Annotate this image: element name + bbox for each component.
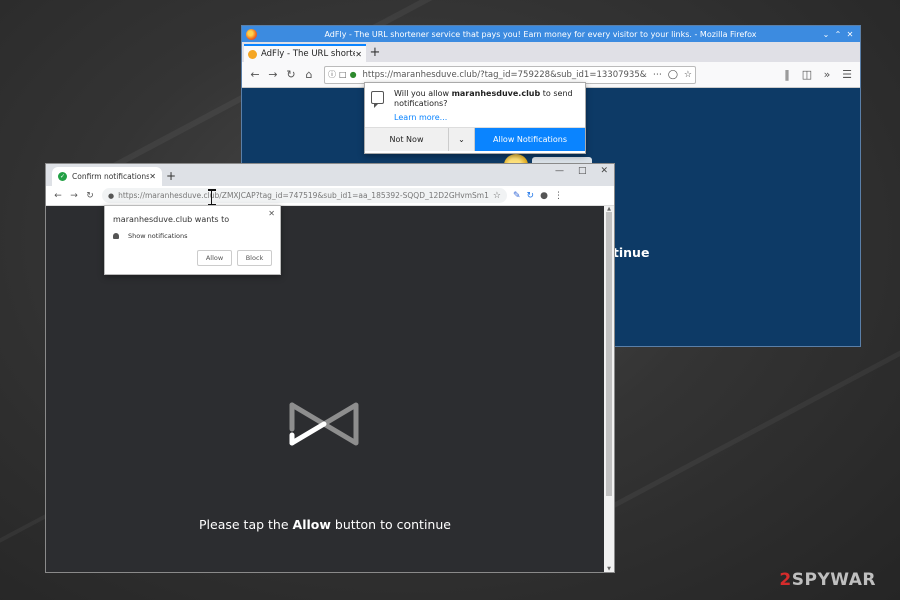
bookmark-star-icon[interactable]: ☆	[493, 191, 501, 201]
info-icon[interactable]: ⓘ	[328, 69, 336, 80]
reload-icon[interactable]: ↻	[82, 191, 98, 201]
forward-arrow-icon[interactable]: →	[66, 191, 82, 201]
firefox-popup-message: Will you allow maranhesduve.club to send…	[394, 89, 573, 108]
firefox-notification-popup: Will you allow maranhesduve.club to send…	[364, 82, 586, 154]
bookmark-star-icon[interactable]: ☆	[684, 70, 692, 80]
firefox-tab-strip: AdFly - The URL shortener ✕ +	[242, 42, 860, 62]
firefox-logo-icon	[246, 28, 257, 40]
kebab-menu-icon[interactable]: ⋮	[554, 191, 563, 201]
extension-sync-icon[interactable]: ↻	[527, 191, 535, 201]
forward-arrow-icon[interactable]: →	[264, 68, 282, 81]
scrollbar[interactable]: ▲ ▼	[604, 206, 614, 572]
allow-button[interactable]: Allow	[197, 250, 232, 266]
chevron-up-icon[interactable]: ⌃	[832, 30, 844, 39]
close-tab-icon[interactable]: ✕	[149, 172, 156, 181]
chrome-toolbar-right: ✎ ↻ ● ⋮	[513, 191, 563, 201]
chrome-permission-popup: ✕ maranhesduve.club wants to Show notifi…	[104, 205, 281, 275]
background-streak	[583, 321, 900, 524]
extension-edit-icon[interactable]: ✎	[513, 191, 521, 201]
window-controls: — □ ✕	[555, 166, 608, 176]
lock-icon[interactable]: ●	[108, 192, 114, 200]
scroll-down-arrow-icon[interactable]: ▼	[604, 566, 614, 572]
new-tab-button[interactable]: +	[162, 167, 180, 186]
firefox-tab-title: AdFly - The URL shortener	[261, 49, 355, 59]
bell-icon	[113, 233, 119, 239]
chrome-tab-title: Confirm notifications	[72, 172, 150, 181]
chrome-window: ✓ Confirm notifications ✕ + — □ ✕ ← → ↻ …	[45, 163, 615, 573]
chrome-popup-site-line: maranhesduve.club wants to	[113, 215, 230, 224]
maximize-icon[interactable]: □	[578, 166, 587, 176]
firefox-title-bar: AdFly - The URL shortener service that p…	[242, 26, 860, 42]
chrome-url-text[interactable]: https://maranhesduve.club/ZMXJCAP?tag_id…	[118, 191, 489, 200]
permission-label: Show notifications	[128, 232, 188, 240]
firefox-window-title: AdFly - The URL shortener service that p…	[324, 29, 757, 39]
firefox-url-text[interactable]: https://maranhesduve.club/?tag_id=759228…	[363, 70, 647, 80]
back-arrow-icon[interactable]: ←	[50, 191, 66, 201]
check-favicon-icon: ✓	[58, 172, 67, 181]
chat-bubble-icon	[371, 91, 385, 108]
watermark-logo: 2SPYWAR	[779, 570, 876, 590]
back-arrow-icon[interactable]: ←	[246, 68, 264, 81]
bowtie-logo-icon	[289, 402, 359, 446]
permission-row: Show notifications	[113, 232, 188, 240]
allow-emphasis: Allow	[292, 517, 331, 532]
close-window-icon[interactable]: ✕	[600, 166, 608, 176]
chrome-url-bar[interactable]: ● https://maranhesduve.club/ZMXJCAP?tag_…	[102, 188, 507, 203]
home-icon[interactable]: ⌂	[300, 68, 318, 81]
text-cursor-icon	[208, 189, 216, 205]
notification-chat-icon[interactable]: □	[339, 70, 347, 79]
sidebar-icon[interactable]: ◫	[798, 68, 816, 81]
tab-favicon-icon	[248, 49, 257, 59]
close-window-icon[interactable]: ✕	[844, 30, 856, 39]
chevron-down-icon[interactable]: ⌄	[820, 30, 832, 39]
learn-more-link[interactable]: Learn more...	[394, 113, 579, 122]
scrollbar-thumb[interactable]	[606, 212, 612, 496]
chrome-tab-strip: ✓ Confirm notifications ✕ + — □ ✕	[46, 164, 614, 186]
library-icon[interactable]: ‖	[778, 68, 796, 81]
account-icon[interactable]: ●	[540, 191, 548, 201]
chrome-page-message: Please tap the Allow button to continue	[199, 517, 451, 532]
firefox-toolbar-right: ‖ ◫ » ☰	[778, 68, 856, 81]
firefox-url-bar[interactable]: ⓘ □ ● https://maranhesduve.club/?tag_id=…	[324, 65, 696, 84]
overflow-chevrons-icon[interactable]: »	[818, 68, 836, 81]
new-tab-button[interactable]: +	[366, 44, 384, 62]
not-now-button[interactable]: Not Now	[365, 128, 449, 151]
minimize-icon[interactable]: —	[555, 166, 564, 176]
pocket-icon[interactable]: ◯	[668, 70, 678, 80]
close-tab-icon[interactable]: ✕	[355, 50, 362, 59]
block-button[interactable]: Block	[237, 250, 272, 266]
allow-notifications-button[interactable]: Allow Notifications	[475, 128, 585, 151]
firefox-popup-site: maranhesduve.club	[451, 89, 541, 98]
page-actions-icon[interactable]: ⋯	[653, 70, 662, 80]
chrome-nav-bar: ← → ↻ ● https://maranhesduve.club/ZMXJCA…	[46, 186, 614, 206]
lock-icon: ●	[349, 70, 357, 79]
hamburger-menu-icon[interactable]: ☰	[838, 68, 856, 81]
chevron-down-icon[interactable]: ⌄	[449, 128, 475, 151]
close-icon[interactable]: ✕	[268, 209, 275, 218]
reload-icon[interactable]: ↻	[282, 68, 300, 81]
firefox-tab[interactable]: AdFly - The URL shortener ✕	[244, 44, 366, 62]
chrome-tab[interactable]: ✓ Confirm notifications ✕	[52, 167, 162, 186]
